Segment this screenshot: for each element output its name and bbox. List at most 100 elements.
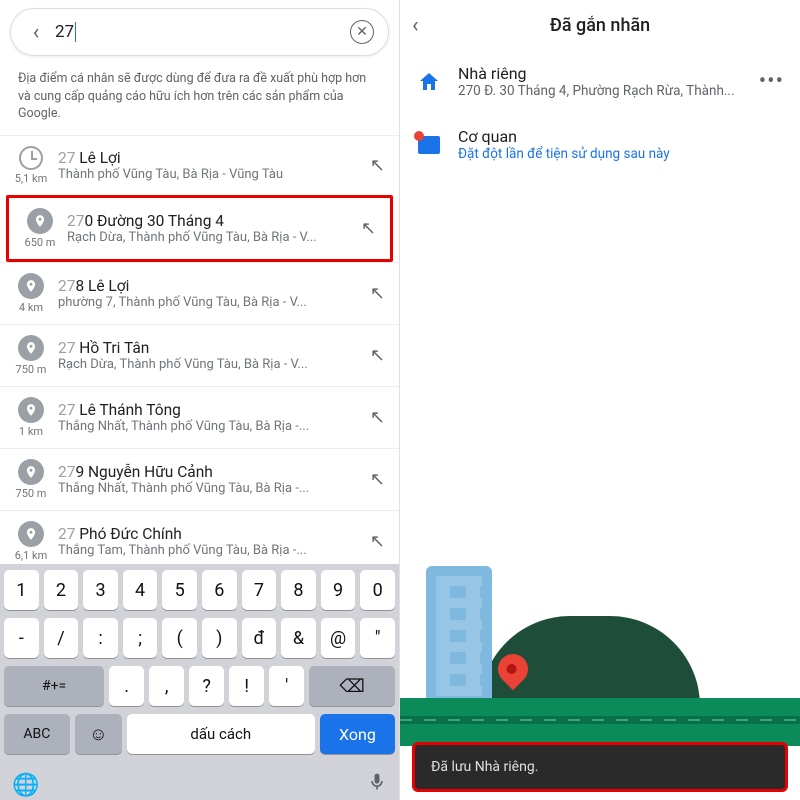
page-title: Đã gắn nhãn <box>436 15 788 36</box>
distance: 1 km <box>19 425 43 438</box>
keyboard: 1234567890 -/:;()đ&@" #+=.,?!'⌫ ABC☺dấu … <box>0 564 399 766</box>
key[interactable]: Xong <box>320 714 395 754</box>
key[interactable]: ⌫ <box>309 666 395 706</box>
key[interactable]: : <box>83 618 118 658</box>
result-sub: Thắng Tam, Thành phố Vũng Tàu, Bà Rịa -.… <box>58 543 364 558</box>
search-result-row[interactable]: 650 m 270 Đường 30 Tháng 4Rạch Dừa, Thành… <box>6 195 393 262</box>
distance: 750 m <box>16 487 47 500</box>
toast-text: Đã lưu Nhà riêng. <box>431 759 538 775</box>
search-input[interactable]: 27 <box>47 22 350 42</box>
result-title: 27 Phó Đức Chính <box>58 525 364 543</box>
insert-arrow-icon[interactable]: ↖ <box>364 469 385 490</box>
toast: Đã lưu Nhà riêng. <box>412 742 788 792</box>
key[interactable]: / <box>44 618 79 658</box>
key[interactable]: 7 <box>242 570 277 610</box>
back-icon[interactable]: ‹ <box>412 13 436 38</box>
pin-icon <box>18 521 44 547</box>
privacy-note: Địa điểm cá nhân sẽ được dùng để đưa ra … <box>0 62 399 135</box>
insert-arrow-icon[interactable]: ↖ <box>364 407 385 428</box>
search-result-row[interactable]: 6,1 km 27 Phó Đức ChínhThắng Tam, Thành p… <box>0 510 399 565</box>
result-sub: Thành phố Vũng Tàu, Bà Rịa - Vũng Tàu <box>58 167 364 182</box>
search-text: 27 <box>55 22 76 42</box>
label-sub: Đặt đột lần để tiện sử dụng sau này <box>458 146 784 162</box>
result-title: 279 Nguyễn Hữu Cảnh <box>58 463 364 481</box>
distance: 750 m <box>16 363 47 376</box>
search-result-row[interactable]: 750 m 279 Nguyễn Hữu CảnhThắng Nhất, Thàn… <box>0 448 399 510</box>
key[interactable]: đ <box>242 618 277 658</box>
mic-icon[interactable] <box>367 772 387 798</box>
key[interactable]: ☺ <box>75 714 122 754</box>
history-icon <box>19 146 43 170</box>
key[interactable]: 8 <box>281 570 316 610</box>
key[interactable]: 6 <box>202 570 237 610</box>
labels-list: Nhà riêng270 Đ. 30 Tháng 4, Phường Rạch … <box>400 50 800 176</box>
key[interactable]: ABC <box>4 714 70 754</box>
home-icon <box>416 69 442 95</box>
result-title: 278 Lê Lợi <box>58 277 364 295</box>
label-item[interactable]: Nhà riêng270 Đ. 30 Tháng 4, Phường Rạch … <box>400 50 800 113</box>
more-icon[interactable]: ••• <box>759 69 784 94</box>
insert-arrow-icon[interactable]: ↖ <box>364 155 385 176</box>
key[interactable]: - <box>4 618 39 658</box>
key[interactable]: 9 <box>321 570 356 610</box>
search-result-row[interactable]: 1 km 27 Lê Thánh TôngThắng Nhất, Thành ph… <box>0 386 399 448</box>
key[interactable]: ! <box>229 666 264 706</box>
key[interactable]: . <box>109 666 144 706</box>
work-icon <box>416 132 442 158</box>
key[interactable]: 3 <box>83 570 118 610</box>
result-sub: phường 7, Thành phố Vũng Tàu, Bà Rịa - V… <box>58 295 364 310</box>
illustration <box>400 556 800 746</box>
key[interactable]: ) <box>202 618 237 658</box>
insert-arrow-icon[interactable]: ↖ <box>355 218 376 239</box>
key[interactable]: ? <box>189 666 224 706</box>
key[interactable]: ( <box>162 618 197 658</box>
pin-icon <box>18 459 44 485</box>
distance: 6,1 km <box>15 549 47 562</box>
keyboard-bottom-bar: 🌐 <box>0 766 399 800</box>
result-title: 27 Lê Thánh Tông <box>58 401 364 419</box>
result-sub: Rạch Dừa, Thành phố Vũng Tàu, Bà Rịa - V… <box>58 357 364 372</box>
search-result-row[interactable]: 750 m 27 Hồ Tri TânRạch Dừa, Thành phố Vũ… <box>0 324 399 386</box>
key[interactable]: 2 <box>44 570 79 610</box>
search-result-row[interactable]: 4 km 278 Lê Lợiphường 7, Thành phố Vũng T… <box>0 262 399 324</box>
result-sub: Thắng Nhất, Thành phố Vũng Tàu, Bà Rịa -… <box>58 481 364 496</box>
key[interactable]: 1 <box>4 570 39 610</box>
results-list: 5,1 km 27 Lê LợiThành phố Vũng Tàu, Bà Rị… <box>0 135 399 565</box>
key[interactable]: ' <box>269 666 304 706</box>
key[interactable]: @ <box>321 618 356 658</box>
insert-arrow-icon[interactable]: ↖ <box>364 283 385 304</box>
key[interactable]: & <box>281 618 316 658</box>
key[interactable]: 4 <box>123 570 158 610</box>
pin-icon <box>18 273 44 299</box>
key[interactable]: " <box>360 618 395 658</box>
clear-icon[interactable]: ✕ <box>350 20 374 44</box>
label-sub: 270 Đ. 30 Tháng 4, Phường Rạch Rừa, Thàn… <box>458 83 743 99</box>
pin-icon <box>18 335 44 361</box>
key[interactable]: #+= <box>4 666 104 706</box>
distance: 4 km <box>19 301 43 314</box>
distance: 5,1 km <box>15 172 47 185</box>
label-item[interactable]: Cơ quanĐặt đột lần để tiện sử dụng sau n… <box>400 113 800 176</box>
result-title: 270 Đường 30 Tháng 4 <box>67 212 355 230</box>
key[interactable]: dấu cách <box>127 714 315 754</box>
label-title: Cơ quan <box>458 127 784 146</box>
result-sub: Thắng Nhất, Thành phố Vũng Tàu, Bà Rịa -… <box>58 419 364 434</box>
key[interactable]: 5 <box>162 570 197 610</box>
search-result-row[interactable]: 5,1 km 27 Lê LợiThành phố Vũng Tàu, Bà Rị… <box>0 135 399 195</box>
key[interactable]: ; <box>123 618 158 658</box>
map-pin-icon <box>498 654 528 684</box>
label-title: Nhà riêng <box>458 64 743 83</box>
pin-icon <box>27 208 53 234</box>
result-title: 27 Hồ Tri Tân <box>58 339 364 357</box>
result-sub: Rạch Dừa, Thành phố Vũng Tàu, Bà Rịa - V… <box>67 230 355 245</box>
key[interactable]: , <box>149 666 184 706</box>
insert-arrow-icon[interactable]: ↖ <box>364 531 385 552</box>
search-bar: ‹ 27 ✕ <box>10 8 389 56</box>
result-title: 27 Lê Lợi <box>58 149 364 167</box>
right-header: ‹ Đã gắn nhãn <box>400 0 800 50</box>
insert-arrow-icon[interactable]: ↖ <box>364 345 385 366</box>
back-icon[interactable]: ‹ <box>25 20 47 45</box>
distance: 650 m <box>25 236 56 249</box>
key[interactable]: 0 <box>360 570 395 610</box>
globe-icon[interactable]: 🌐 <box>12 773 39 798</box>
